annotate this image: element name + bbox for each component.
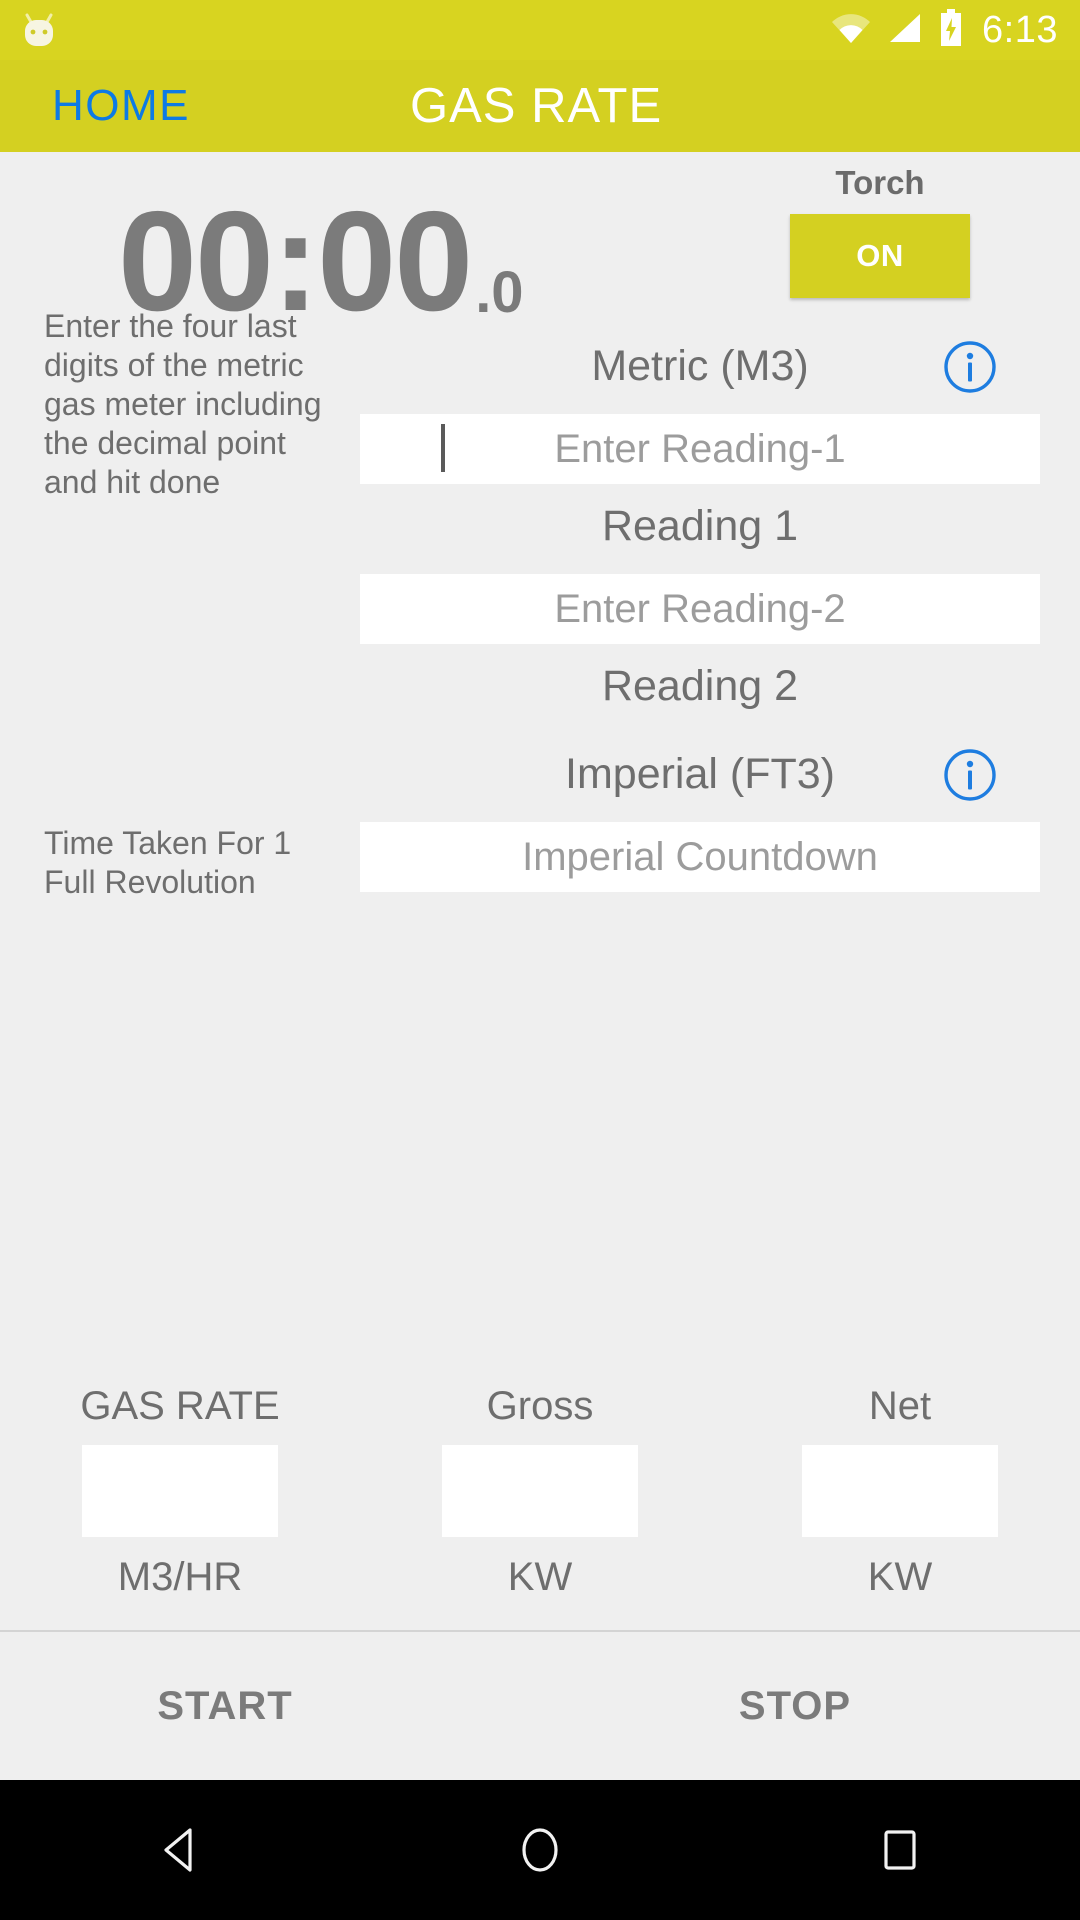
results-row: GAS RATE M3/HR Gross KW Net KW [0, 1384, 1080, 1600]
result-title: GAS RATE [80, 1384, 280, 1428]
status-bar-right: 6:13 [830, 8, 1058, 52]
home-circle-icon[interactable] [460, 1780, 620, 1920]
stop-button[interactable]: STOP [570, 1684, 1080, 1729]
phone-screen: 6:13 HOME GAS RATE 00:00 .0 Torch ON Met… [0, 0, 1080, 1920]
torch-label: Torch [835, 164, 925, 201]
gas-rate-output[interactable] [82, 1445, 278, 1537]
reading-2-label: Reading 2 [601, 662, 799, 710]
result-unit: M3/HR [117, 1555, 243, 1599]
imperial-unit-label: Imperial (FT3) [565, 750, 835, 798]
page-title: GAS RATE [410, 79, 663, 133]
result-title: Gross [486, 1384, 594, 1428]
result-title: Net [868, 1384, 932, 1428]
battery-charging-icon [938, 8, 964, 52]
gross-output[interactable] [442, 1445, 638, 1537]
result-column-net: Net KW [720, 1384, 1080, 1600]
metric-unit-row: Metric (M3) [360, 340, 1040, 393]
start-button[interactable]: START [0, 1684, 570, 1729]
android-mascot-icon [18, 8, 60, 53]
torch-control: Torch ON [790, 164, 970, 298]
imperial-unit-row: Imperial (FT3) [360, 748, 1040, 801]
control-button-bar: START STOP [0, 1630, 1080, 1780]
status-bar-left [18, 8, 60, 53]
recents-square-icon[interactable] [820, 1780, 980, 1920]
action-bar: HOME GAS RATE [0, 60, 1080, 152]
reading-1-input[interactable] [360, 414, 1040, 484]
stopwatch-tenths: .0 [475, 259, 524, 325]
home-tab[interactable]: HOME [0, 81, 190, 131]
reading-1-label: Reading 1 [601, 502, 799, 550]
cell-signal-icon [886, 11, 924, 50]
main-content: 00:00 .0 Torch ON Metric (M3) Reading 1 [0, 152, 1080, 1630]
android-navigation-bar [0, 1780, 1080, 1920]
imperial-countdown-input[interactable] [360, 822, 1040, 892]
info-circle-icon-imperial[interactable] [942, 747, 998, 803]
info-circle-icon-metric[interactable] [942, 339, 998, 395]
torch-toggle-button[interactable]: ON [790, 214, 970, 298]
status-clock: 6:13 [982, 9, 1058, 51]
back-triangle-icon[interactable] [100, 1780, 260, 1920]
metric-hint-text: Enter the four last digits of the metric… [44, 308, 322, 501]
reading-2-input[interactable] [360, 574, 1040, 644]
net-output[interactable] [802, 1445, 998, 1537]
imperial-hint-text: Time Taken For 1 Full Revolution [44, 825, 292, 901]
result-column-gross: Gross KW [360, 1384, 720, 1600]
result-column-gas-rate: GAS RATE M3/HR [0, 1384, 360, 1600]
result-unit: KW [507, 1555, 573, 1599]
result-unit: KW [867, 1555, 933, 1599]
status-bar: 6:13 [0, 0, 1080, 60]
metric-unit-label: Metric (M3) [591, 342, 809, 390]
wifi-icon [830, 11, 872, 50]
